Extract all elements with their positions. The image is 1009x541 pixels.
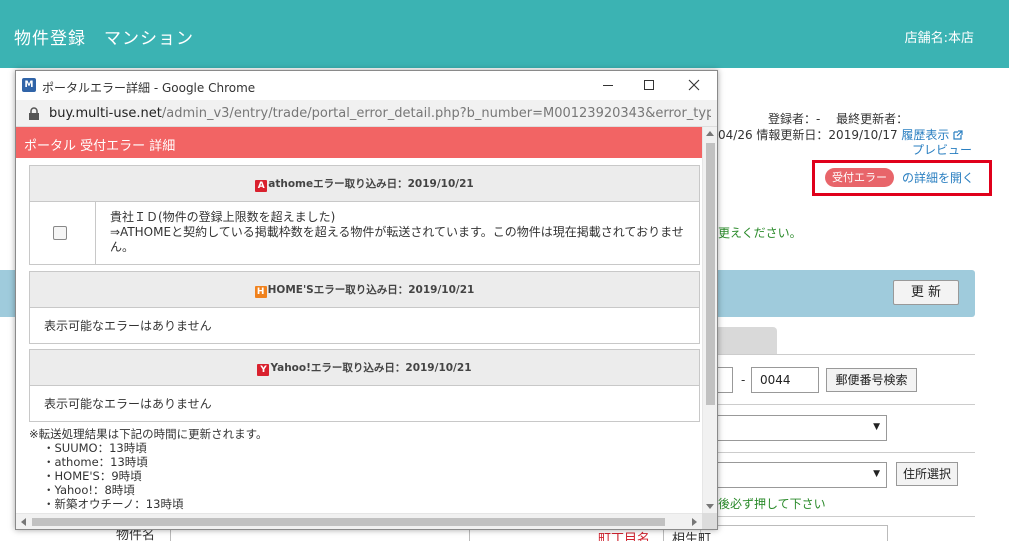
meta-date-left: 04/26 xyxy=(718,128,753,142)
address-bar[interactable]: buy.multi-use.net/admin_v3/entry/trade/p… xyxy=(16,100,717,127)
app-logo-icon: M xyxy=(22,78,36,92)
vertical-scroll-thumb[interactable] xyxy=(706,143,715,405)
no-error-message: 表示可能なエラーはありません xyxy=(44,397,212,411)
section-header: H HOME'Sエラー取り込み日：2019/10/21 xyxy=(30,272,699,308)
error-row: 貴社ＩＤ(物件の登録上限数を超えました) ⇒ATHOMEと契約している掲載枠数を… xyxy=(30,202,699,264)
lock-icon xyxy=(29,107,39,120)
left-bar-edge xyxy=(0,270,16,317)
zip-search-button[interactable]: 郵便番号検索 xyxy=(826,368,917,392)
update-button[interactable]: 更 新 xyxy=(893,280,959,305)
chevron-down-icon: ▼ xyxy=(873,469,880,479)
address-select-button[interactable]: 住所選択 xyxy=(896,462,958,486)
zip-code-second-input[interactable]: 0044 xyxy=(751,367,819,393)
horizontal-scrollbar[interactable] xyxy=(16,513,702,529)
form-row-divider xyxy=(700,516,975,517)
section-header: Y Yahoo!エラー取り込み日：2019/10/21 xyxy=(30,350,699,386)
top-bar: 物件登録 マンション 店舗名:本店 xyxy=(0,0,1009,68)
maximize-icon[interactable] xyxy=(641,77,657,93)
section-title: HOME'Sエラー取り込み日：2019/10/21 xyxy=(267,284,475,296)
homes-logo-icon: H xyxy=(254,286,267,298)
error-title: 貴社ＩＤ(物件の登録上限数を超えました) xyxy=(110,210,336,224)
form-row-divider xyxy=(700,404,975,405)
window-titlebar[interactable]: M ポータルエラー詳細 - Google Chrome xyxy=(16,71,717,100)
external-link-icon xyxy=(953,130,963,140)
close-icon[interactable] xyxy=(686,77,702,93)
error-text: 貴社ＩＤ(物件の登録上限数を超えました) ⇒ATHOMEと契約している掲載枠数を… xyxy=(110,210,695,255)
scroll-right-icon[interactable] xyxy=(692,518,697,526)
error-detail-window: M ポータルエラー詳細 - Google Chrome buy.multi-us… xyxy=(15,70,718,530)
registrant-info: 登録者：- 最終更新者： xyxy=(768,112,909,126)
yahoo-error-section: Y Yahoo!エラー取り込み日：2019/10/21 表示可能なエラーはありませ… xyxy=(29,349,700,422)
window-title: ポータルエラー詳細 - Google Chrome xyxy=(42,81,256,95)
error-status-badge: 受付エラー xyxy=(825,168,894,187)
athome-logo-icon: A xyxy=(255,180,268,192)
section-title: Yahoo!エラー取り込み日：2019/10/21 xyxy=(270,362,472,374)
chevron-down-icon: ▼ xyxy=(873,422,880,432)
athome-error-section: Aathomeエラー取り込み日：2019/10/21 貴社ＩＤ(物件の登録上限数… xyxy=(29,165,700,265)
page-title: 物件登録 マンション xyxy=(14,29,194,49)
address-hint: 沢後必ず押して下さい xyxy=(706,497,826,511)
vertical-scrollbar[interactable] xyxy=(702,127,717,513)
schedule-list: ・SUUMO：13時頃 ・athome：13時頃 ・HOME'S：9時頃 ・Ya… xyxy=(29,441,267,511)
city-select[interactable]: ▼ xyxy=(700,462,887,488)
section-header: Aathomeエラー取り込み日：2019/10/21 xyxy=(30,166,699,202)
url-host: buy.multi-use.net xyxy=(49,106,162,121)
minimize-icon[interactable] xyxy=(600,77,616,93)
list-item: ・新築オウチーノ：13時頃 xyxy=(43,497,184,511)
section-title: athomeエラー取り込み日：2019/10/21 xyxy=(268,178,474,190)
store-name: 店舗名:本店 xyxy=(904,31,974,46)
scroll-left-icon[interactable] xyxy=(21,518,26,526)
zip-dash: - xyxy=(741,373,746,387)
open-error-detail-link[interactable]: の詳細を開く xyxy=(902,169,974,186)
notice-text: 更えください。 xyxy=(718,226,802,240)
list-item: ・athome：13時頃 xyxy=(43,455,148,469)
form-row-divider xyxy=(700,452,975,453)
url-text[interactable]: buy.multi-use.net/admin_v3/entry/trade/p… xyxy=(49,106,711,121)
scroll-down-icon[interactable] xyxy=(706,504,714,509)
list-item: ・HOME'S：9時頃 xyxy=(43,469,142,483)
error-description: ⇒ATHOMEと契約している掲載枠数を超える物件が転送されています。この物件は現… xyxy=(110,225,684,254)
yahoo-logo-icon: Y xyxy=(257,364,270,376)
update-schedule-note: ※転送処理結果は下記の時間に更新されます。 ・SUUMO：13時頃 ・athom… xyxy=(29,427,267,511)
popup-content: ポータル 受付エラー 詳細 Aathomeエラー取り込み日：2019/10/21… xyxy=(16,127,702,513)
preview-link[interactable]: プレビュー xyxy=(912,141,972,158)
url-path: /admin_v3/entry/trade/portal_error_detai… xyxy=(161,106,711,121)
homes-error-section: H HOME'Sエラー取り込み日：2019/10/21 表示可能なエラーはありませ… xyxy=(29,271,700,344)
no-error-message: 表示可能なエラーはありません xyxy=(44,319,212,333)
horizontal-scroll-thumb[interactable] xyxy=(32,518,665,526)
check-cell xyxy=(30,202,96,264)
list-item: ・Yahoo!：8時頃 xyxy=(43,483,135,497)
scroll-up-icon[interactable] xyxy=(706,131,714,136)
error-detail-highlight: 受付エラー の詳細を開く xyxy=(812,160,992,196)
list-item: ・SUUMO：13時頃 xyxy=(43,441,147,455)
history-link[interactable]: 履歴表示 xyxy=(901,128,949,142)
popup-header: ポータル 受付エラー 詳細 xyxy=(16,127,702,158)
info-update-date: 情報更新日：2019/10/17 xyxy=(756,128,898,142)
note-title: ※転送処理結果は下記の時間に更新されます。 xyxy=(29,427,268,441)
error-checkbox[interactable] xyxy=(53,226,67,240)
prefecture-select[interactable]: ▼ xyxy=(700,415,887,441)
scrollbar-corner xyxy=(702,513,717,529)
